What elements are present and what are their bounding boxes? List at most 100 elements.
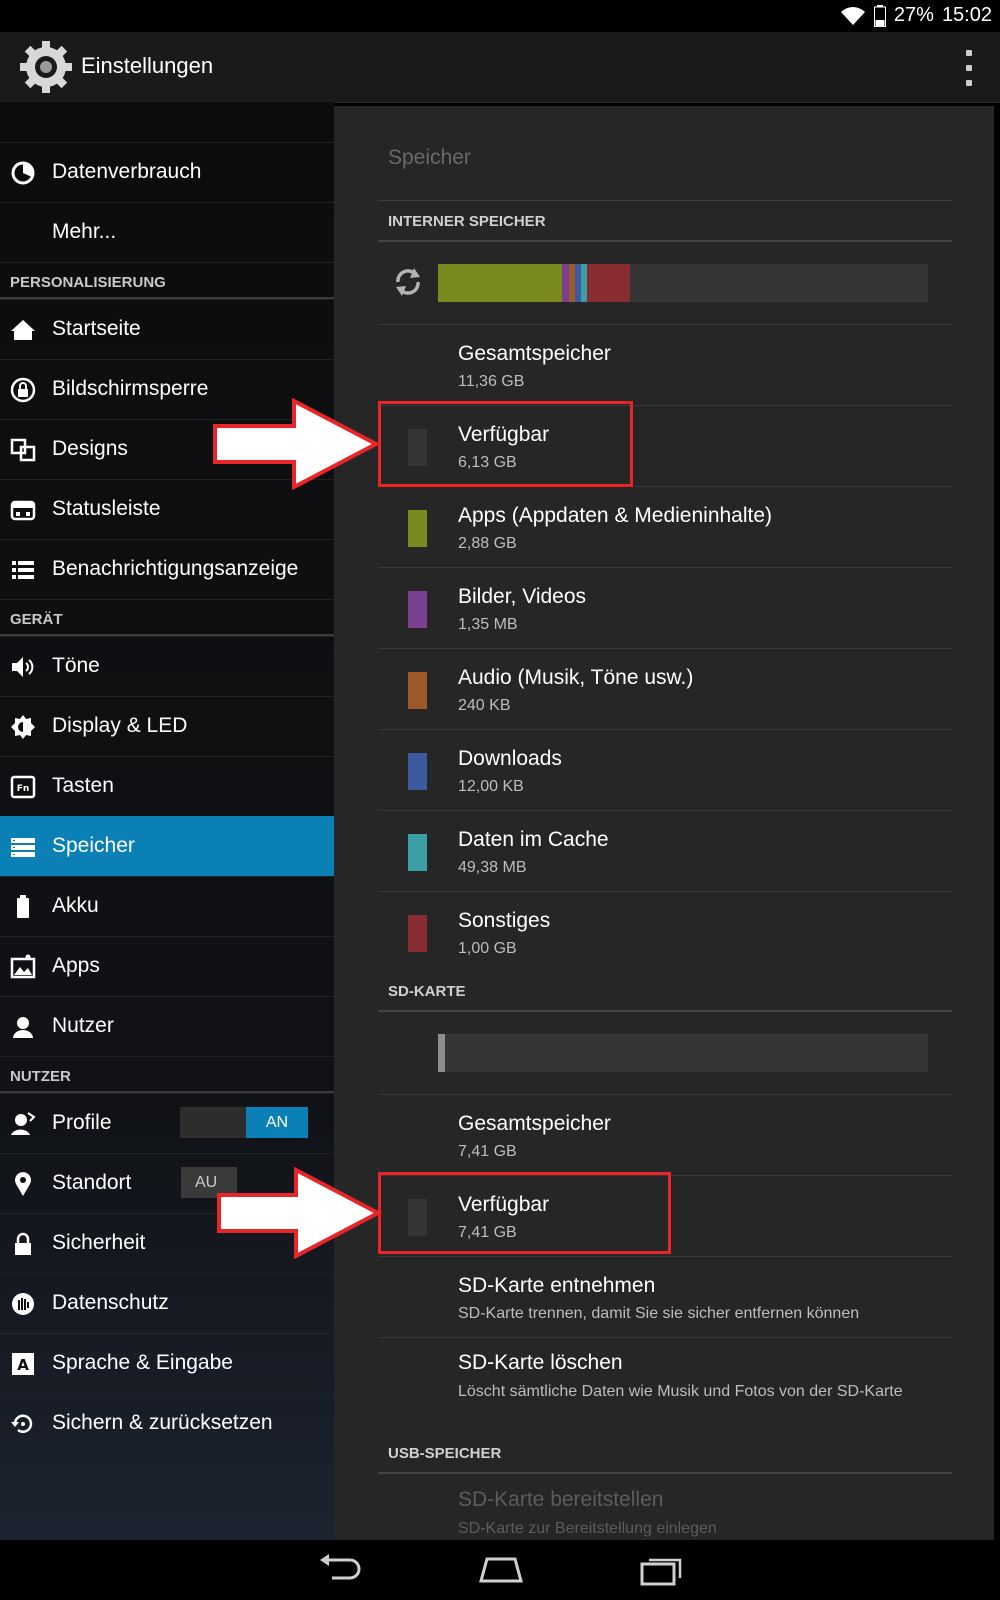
internal-cache-item[interactable]: Daten im Cache 49,38 MB	[378, 810, 952, 891]
apps-icon	[10, 954, 36, 979]
sidebar-item-datenschutz[interactable]: Datenschutz	[0, 1273, 334, 1333]
sidebar-item-label: Töne	[52, 654, 100, 677]
usage-segment-0	[438, 264, 562, 302]
section-header-usb: USB-SPEICHER	[378, 1434, 952, 1474]
sd-unmount-item[interactable]: SD-Karte entnehmen SD-Karte trennen, dam…	[378, 1256, 952, 1337]
color-swatch	[408, 915, 427, 952]
sd-usage-bar	[438, 1034, 928, 1072]
sidebar-item-profile[interactable]: Profile AN	[0, 1093, 334, 1153]
internal-misc-item[interactable]: Sonstiges 1,00 GB	[378, 891, 952, 972]
recent-apps-icon[interactable]	[640, 1554, 684, 1586]
sidebar-item-label: Display & LED	[52, 714, 188, 737]
item-title: Sonstiges	[458, 909, 551, 932]
item-value: 240 KB	[458, 697, 511, 714]
arrow-icon	[213, 398, 380, 490]
language-icon: A	[12, 1353, 34, 1375]
item-value: 1,00 GB	[458, 940, 517, 957]
internal-audio-item[interactable]: Audio (Musik, Töne usw.) 240 KB	[378, 648, 952, 729]
page-title: Speicher	[388, 146, 471, 169]
navigation-bar	[0, 1540, 1000, 1600]
action-bar: Einstellungen	[0, 32, 1000, 103]
sound-icon	[12, 657, 34, 677]
item-title: Daten im Cache	[458, 828, 609, 851]
backup-restore-icon	[11, 1414, 33, 1433]
internal-total-item[interactable]: Gesamtspeicher 11,36 GB	[378, 324, 952, 405]
color-swatch	[408, 591, 427, 628]
sd-usage-row	[378, 1012, 952, 1094]
sidebar-item-tasten[interactable]: Fn Tasten	[0, 756, 334, 816]
settings-gear-icon[interactable]	[18, 39, 74, 95]
refresh-icon[interactable]	[390, 264, 426, 300]
sidebar-item-akku[interactable]: Akku	[0, 876, 334, 936]
section-header-sd: SD-KARTE	[378, 972, 952, 1012]
sidebar-item-label: Datenverbrauch	[52, 160, 202, 183]
sidebar-item-datenverbrauch[interactable]: Datenverbrauch	[0, 142, 334, 202]
sidebar-item-label: Benachrichtigungsanzeige	[52, 557, 299, 580]
item-title: Audio (Musik, Töne usw.)	[458, 666, 694, 689]
svg-text:A: A	[17, 1356, 29, 1374]
sidebar-item-nutzer[interactable]: Nutzer	[0, 996, 334, 1056]
usb-mount-item: SD-Karte bereitstellen SD-Karte zur Bere…	[378, 1474, 952, 1540]
toggle-state: AN	[246, 1107, 308, 1138]
item-title: Gesamtspeicher	[458, 342, 611, 365]
sidebar-header-geraet: GERÄT	[0, 599, 334, 636]
privacy-hand-icon	[12, 1293, 34, 1315]
internal-usage-bar	[438, 264, 928, 302]
sidebar-item-speicher[interactable]: Speicher	[0, 816, 334, 876]
internal-apps-item[interactable]: Apps (Appdaten & Medieninhalte) 2,88 GB	[378, 486, 952, 567]
item-value: 1,35 MB	[458, 616, 518, 633]
highlight-box-sd-available	[378, 1172, 671, 1254]
profile-icon	[11, 1112, 36, 1135]
sidebar-item-label: Startseite	[52, 317, 141, 340]
storage-icon	[11, 838, 35, 857]
display-brightness-icon	[11, 715, 35, 739]
color-swatch	[408, 510, 427, 547]
usage-segment-1	[562, 264, 569, 302]
sidebar-item-display-led[interactable]: Display & LED	[0, 696, 334, 756]
item-value: 11,36 GB	[458, 373, 525, 390]
clock: 15:02	[941, 4, 992, 26]
sidebar-item-label: Statusleiste	[52, 497, 161, 520]
status-bar: 27% 15:02	[0, 0, 1000, 32]
data-usage-icon	[11, 161, 35, 185]
overflow-menu-icon[interactable]	[964, 50, 974, 86]
sidebar-item-toene[interactable]: Töne	[0, 636, 334, 696]
color-swatch	[408, 834, 427, 871]
fn-key-icon: Fn	[10, 775, 36, 799]
app-title: Einstellungen	[81, 53, 214, 78]
section-header-internal: INTERNER SPEICHER	[378, 202, 952, 242]
sidebar-item-label: Akku	[52, 894, 99, 917]
item-title: Bilder, Videos	[458, 585, 587, 608]
sidebar-item-sichern-zuruecksetzen[interactable]: Sichern & zurücksetzen	[0, 1393, 334, 1453]
sidebar-item-label: Sichern & zurücksetzen	[52, 1411, 273, 1434]
storage-content-panel: Speicher INTERNER SPEICHER Gesamtspeiche…	[334, 106, 994, 1540]
item-summary: Löscht sämtliche Daten wie Musik und Fot…	[458, 1383, 903, 1400]
profile-toggle[interactable]: AN	[180, 1107, 308, 1138]
battery-icon	[17, 895, 29, 918]
sidebar-item-label: Speicher	[52, 834, 135, 857]
sidebar-item-apps[interactable]: Apps	[0, 936, 334, 996]
status-bar-icon	[10, 500, 36, 521]
item-title: Apps (Appdaten & Medieninhalte)	[458, 504, 773, 527]
back-icon[interactable]	[318, 1554, 362, 1584]
internal-downloads-item[interactable]: Downloads 12,00 KB	[378, 729, 952, 810]
internal-usage-row	[378, 242, 952, 324]
user-icon	[13, 1017, 33, 1038]
sd-erase-item[interactable]: SD-Karte löschen Löscht sämtliche Daten …	[378, 1337, 952, 1434]
toggle-state: AU	[195, 1174, 218, 1191]
sidebar-item-startseite[interactable]: Startseite	[0, 299, 334, 359]
home-button-icon[interactable]	[478, 1556, 524, 1584]
sidebar-item-benachrichtigungsanzeige[interactable]: Benachrichtigungsanzeige	[0, 539, 334, 599]
item-value: 12,00 KB	[458, 778, 524, 795]
item-value: 2,88 GB	[458, 535, 517, 552]
sd-total-item[interactable]: Gesamtspeicher 7,41 GB	[378, 1094, 952, 1175]
sidebar-top-list: Datenverbrauch Mehr...	[0, 142, 334, 262]
color-swatch	[408, 753, 427, 790]
sd-used-segment	[438, 1034, 445, 1072]
sidebar-item-label: Nutzer	[52, 1014, 114, 1037]
internal-pictures-item[interactable]: Bilder, Videos 1,35 MB	[378, 567, 952, 648]
sidebar-item-mehr[interactable]: Mehr...	[0, 202, 334, 262]
home-icon	[11, 320, 35, 340]
location-pin-icon	[14, 1172, 31, 1196]
sidebar-item-sprache-eingabe[interactable]: A Sprache & Eingabe	[0, 1333, 334, 1393]
